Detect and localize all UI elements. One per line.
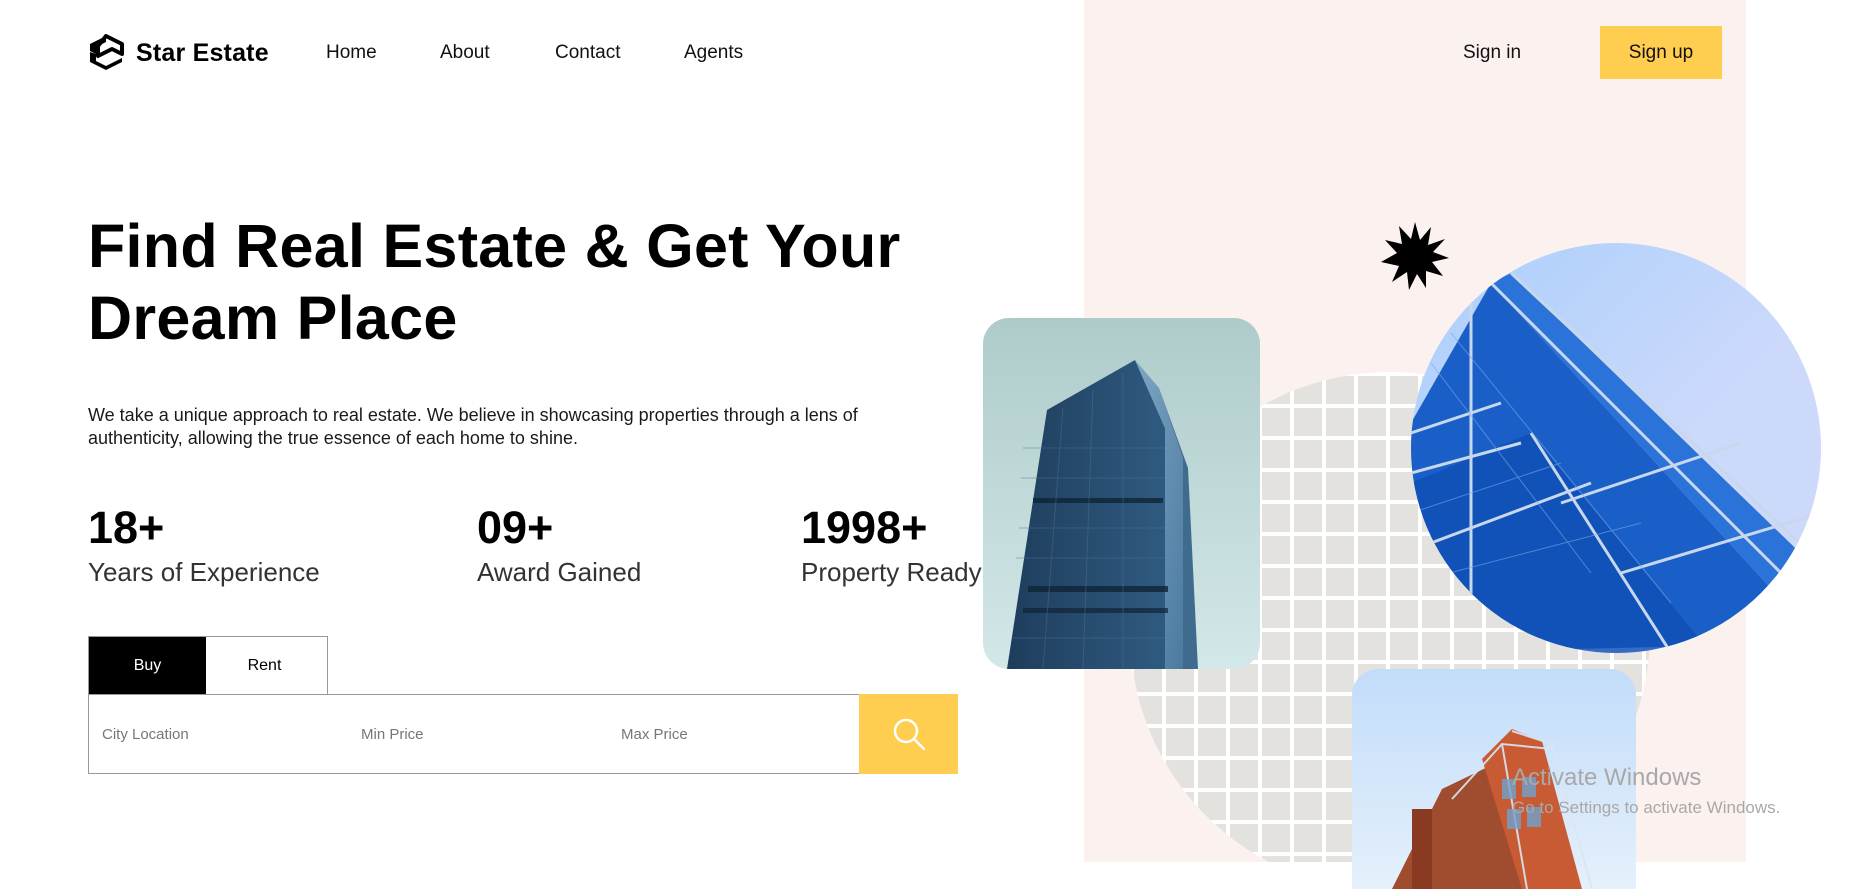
hero-description-line-2: authenticity, allowing the true essence … [88,428,578,448]
hero-headline-line-2: Dream Place [88,284,458,352]
tab-rent[interactable]: Rent [206,637,323,695]
brand-name: Star Estate [136,38,269,67]
stat-properties: 1998+ Property Ready [801,502,982,588]
min-price-input[interactable] [348,695,608,773]
stat-label: Award Gained [477,557,642,587]
star-estate-logo-icon [90,34,124,70]
nav-about[interactable]: About [440,42,490,64]
hero-description-line-1: We take a unique approach to real estate… [88,405,858,425]
city-location-input[interactable] [89,695,349,773]
skyscraper-illustration [1007,360,1198,669]
stat-value: 1998+ [801,502,928,553]
brick-building-illustration [1392,729,1593,889]
starburst-decoration [1381,222,1449,290]
property-search-bar [88,694,958,774]
stat-label: Property Ready [801,557,982,587]
glass-building-image [1411,243,1821,653]
stat-label: Years of Experience [88,557,320,587]
stat-value: 18+ [88,502,165,553]
stat-value: 09+ [477,502,554,553]
search-icon [893,718,925,751]
tab-buy[interactable]: Buy [89,637,206,695]
brand-logo[interactable]: Star Estate [88,34,269,72]
search-tabs: Buy Rent [88,636,328,695]
sign-up-button[interactable]: Sign up [1600,26,1722,79]
stat-experience: 18+ Years of Experience [88,502,320,588]
glass-building-illustration [1411,271,1821,653]
sign-in-link[interactable]: Sign in [1463,42,1521,64]
nav-agents[interactable]: Agents [684,42,743,64]
search-button[interactable] [859,694,958,774]
max-price-input[interactable] [608,695,858,773]
brick-building-image [1352,669,1636,889]
skyscraper-image [983,318,1260,669]
hero-description: We take a unique approach to real estate… [88,404,918,450]
nav-contact[interactable]: Contact [555,42,620,64]
stat-awards: 09+ Award Gained [477,502,642,588]
nav-home[interactable]: Home [326,42,377,64]
hero-headline-line-1: Find Real Estate & Get Your [88,212,901,280]
hero-headline: Find Real Estate & Get Your Dream Place [88,210,908,354]
